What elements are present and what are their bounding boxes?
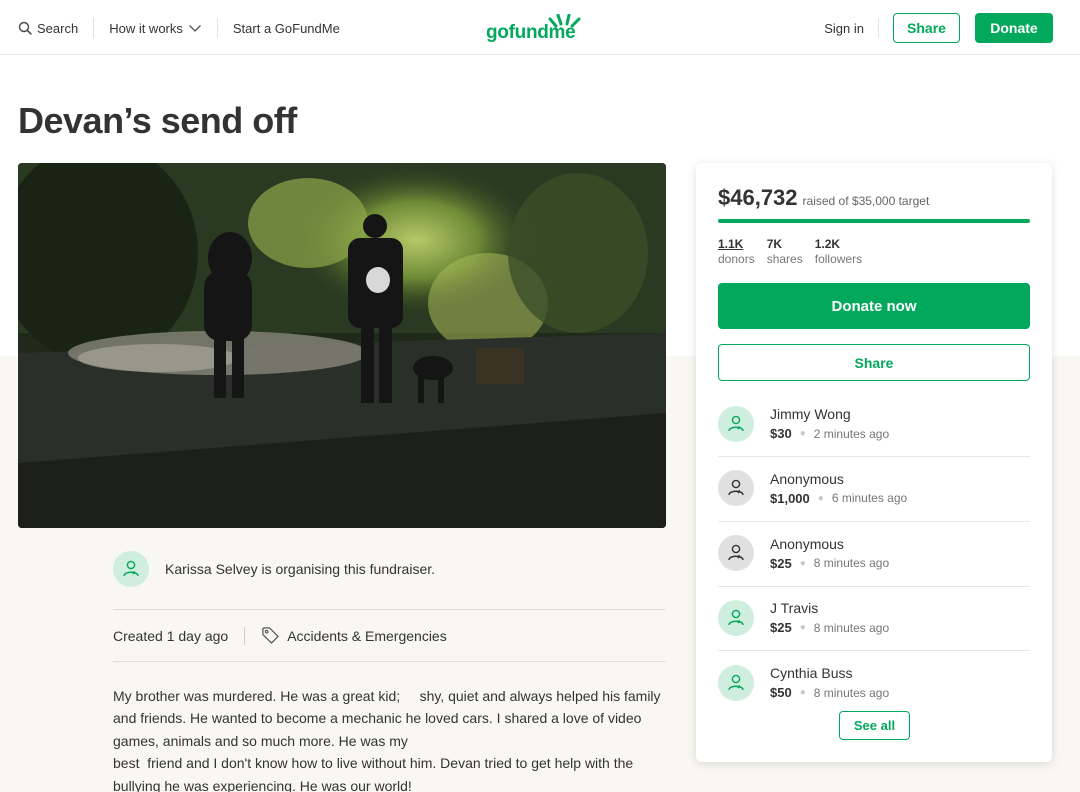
gofundme-logo[interactable]: gofundme — [486, 14, 586, 44]
donation-time: 8 minutes ago — [813, 556, 890, 571]
sign-in-link[interactable]: Sign in — [824, 21, 864, 36]
nav-divider — [878, 18, 879, 38]
donor-avatar — [718, 535, 754, 572]
donor-heart-icon — [728, 480, 744, 496]
how-it-works-label: How it works — [109, 20, 183, 36]
donate-now-button[interactable]: Donate now — [718, 283, 1030, 329]
search-label: Search — [37, 20, 79, 36]
donor-heart-icon — [728, 415, 744, 432]
campaign-photo-image — [18, 163, 666, 528]
tag-icon — [262, 627, 279, 644]
donor-info: J Travis $25 ● 8 minutes ago — [770, 600, 889, 635]
separator-dot: ● — [799, 687, 806, 699]
donor-detail: $25 ● 8 minutes ago — [770, 556, 889, 571]
progress-bar — [718, 219, 1030, 223]
section-divider — [113, 609, 666, 610]
donation-amount: $50 — [770, 685, 792, 701]
campaign-meta-row: Created 1 day ago Accidents & Emergencie… — [113, 626, 447, 645]
donation-time: 2 minutes ago — [813, 426, 890, 441]
donor-name: Jimmy Wong — [770, 406, 851, 423]
stat-label: shares — [766, 252, 803, 266]
header-share-button[interactable]: Share — [893, 13, 960, 43]
see-all-button[interactable]: See all — [839, 711, 910, 740]
start-gofundme-link[interactable]: Start a GoFundMe — [233, 21, 340, 36]
campaign-story: My brother was murdered. He was a great … — [113, 688, 661, 792]
organiser-row: Karissa Selvey is organising this fundra… — [113, 551, 435, 587]
category-label: Accidents & Emergencies — [287, 627, 447, 644]
nav-left: Search How it works Start a GoFundMe — [18, 18, 340, 38]
donor-avatar — [718, 470, 754, 507]
how-it-works-menu[interactable]: How it works — [109, 21, 202, 36]
donation-item: Cynthia Buss $50 ● 8 minutes ago — [718, 650, 1030, 715]
stat-value: 1.2K — [814, 237, 841, 251]
category-link[interactable]: Accidents & Emergencies — [261, 626, 447, 645]
donor-avatar — [718, 664, 754, 701]
campaign-title: Devan’s send off — [18, 100, 297, 141]
donation-time: 8 minutes ago — [813, 685, 890, 700]
donation-amount: $25 — [770, 555, 792, 571]
donor-info: Anonymous $25 ● 8 minutes ago — [770, 536, 889, 571]
search-link[interactable]: Search — [18, 21, 78, 36]
separator-dot: ● — [799, 428, 806, 440]
meta-divider — [244, 626, 246, 645]
donation-amount: $1,000 — [770, 490, 810, 506]
campaign-stats: 1.1K donors 7K shares 1.2K followers — [718, 237, 862, 266]
top-navigation-bar: Search How it works Start a GoFundMe gof… — [0, 0, 1080, 55]
donor-name: J Travis — [770, 600, 819, 617]
progress-bar-fill — [718, 219, 1030, 223]
section-divider — [113, 661, 666, 662]
donor-info: Jimmy Wong $30 ● 2 minutes ago — [770, 406, 889, 441]
donor-name: Anonymous — [770, 470, 844, 487]
donation-card: $46,732 raised of $35,000 target 1.1K do… — [696, 163, 1052, 762]
donor-name: Anonymous — [770, 535, 844, 552]
donor-avatar — [718, 405, 754, 442]
separator-dot: ● — [799, 557, 806, 569]
donation-item: Jimmy Wong $30 ● 2 minutes ago — [718, 392, 1030, 457]
donor-heart-icon — [728, 544, 744, 561]
nav-divider — [216, 18, 218, 38]
donor-detail: $30 ● 2 minutes ago — [770, 426, 889, 441]
donation-time: 8 minutes ago — [813, 620, 890, 635]
start-gofundme-label: Start a GoFundMe — [232, 20, 340, 36]
created-text: Created 1 day ago — [113, 627, 229, 644]
raised-summary: $46,732 raised of $35,000 target — [718, 185, 929, 211]
donor-info: Cynthia Buss $50 ● 8 minutes ago — [770, 665, 889, 700]
stat-label: donors — [718, 252, 755, 266]
donation-item: Anonymous $25 ● 8 minutes ago — [718, 521, 1030, 586]
donation-amount: $25 — [770, 620, 792, 636]
campaign-photo — [18, 163, 666, 528]
share-button[interactable]: Share — [718, 344, 1030, 381]
donor-info: Anonymous $1,000 ● 6 minutes ago — [770, 471, 907, 506]
donation-item: Anonymous $1,000 ● 6 minutes ago — [718, 456, 1030, 521]
header-donate-button[interactable]: Donate — [975, 13, 1053, 43]
donor-heart-icon — [728, 609, 744, 626]
donation-amount: $30 — [770, 426, 792, 442]
nav-right: Sign in Share Donate — [824, 13, 1053, 43]
donor-heart-icon — [728, 674, 744, 690]
donor-name: Cynthia Buss — [770, 665, 853, 682]
separator-dot: ● — [817, 492, 824, 504]
donor-heart-icon — [123, 560, 139, 577]
donation-time: 6 minutes ago — [831, 491, 908, 506]
stat-value: 7K — [766, 237, 783, 251]
donor-avatar — [718, 599, 754, 636]
stat-followers: 1.2K followers — [815, 237, 862, 266]
separator-dot: ● — [799, 622, 806, 634]
stat-donors[interactable]: 1.1K donors — [718, 237, 755, 266]
organiser-avatar — [113, 551, 149, 587]
chevron-down-icon — [188, 25, 201, 32]
raised-amount: $46,732 — [718, 185, 798, 210]
raised-target-text: raised of $35,000 target — [802, 194, 930, 208]
stat-label: followers — [814, 252, 863, 266]
nav-divider — [93, 18, 95, 38]
stat-value: 1.1K — [718, 237, 744, 251]
stat-shares: 7K shares — [767, 237, 803, 266]
donor-detail: $50 ● 8 minutes ago — [770, 685, 889, 700]
logo-text: gofundme — [486, 22, 576, 43]
organiser-text: Karissa Selvey is organising this fundra… — [165, 561, 436, 577]
donor-detail: $1,000 ● 6 minutes ago — [770, 491, 907, 506]
search-icon — [18, 21, 32, 35]
donor-detail: $25 ● 8 minutes ago — [770, 620, 889, 635]
donation-item: J Travis $25 ● 8 minutes ago — [718, 586, 1030, 651]
